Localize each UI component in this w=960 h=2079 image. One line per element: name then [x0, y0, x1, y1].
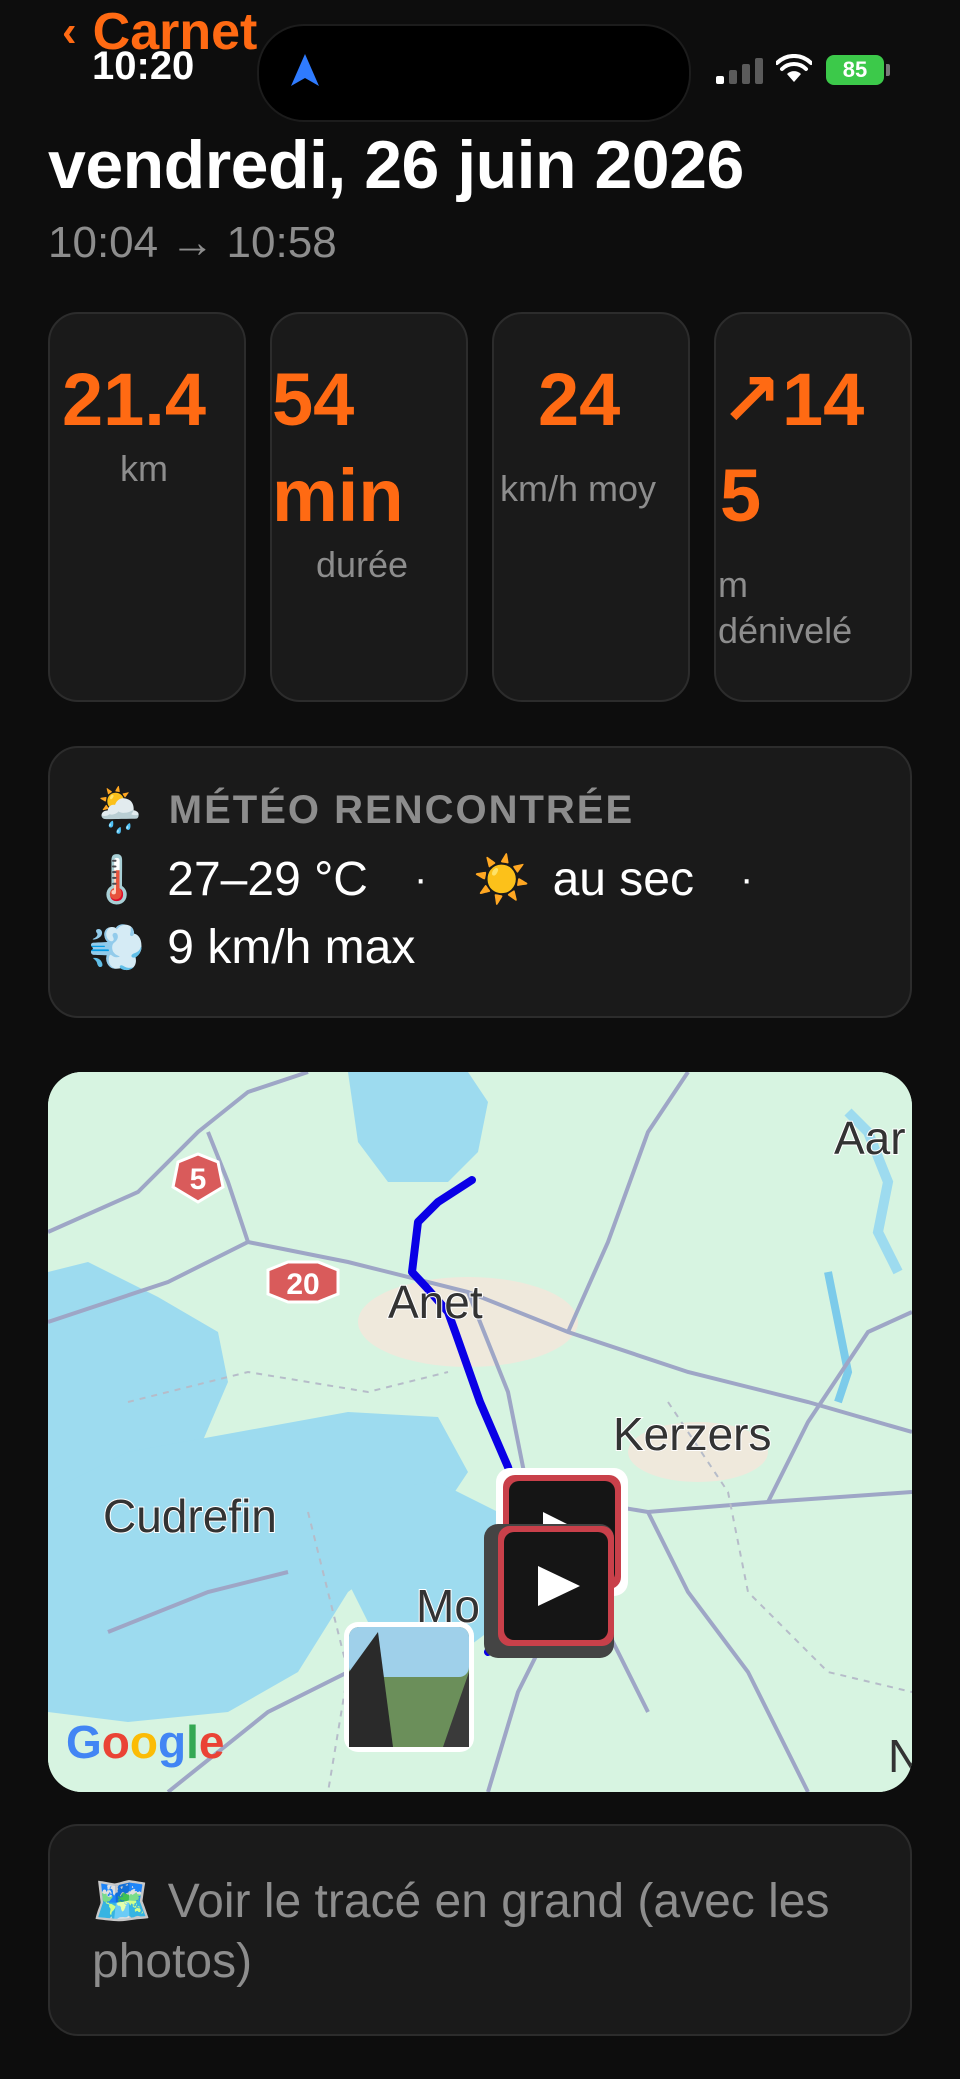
label-anet: Anet [388, 1276, 483, 1328]
stat-label: dénivelé [718, 610, 853, 651]
stat-value-unit: min [272, 454, 404, 537]
sun-icon: ☀️ [473, 853, 531, 905]
stat-label: durée [316, 544, 409, 585]
road-shield-20: 20 [266, 1260, 340, 1304]
separator: · [739, 857, 754, 901]
stat-card-duration: 54 min durée [270, 312, 468, 702]
stat-card-speed: 24 km/h moy [492, 312, 690, 702]
weather-line-1: 🌡️ 27–29 °C · ☀️ au sec · [88, 852, 799, 907]
temperature-value: 27–29 °C [167, 853, 368, 906]
view-full-route-text: Voir le tracé en grand (avec les photos) [92, 1875, 830, 1988]
stat-value: 21.4 [62, 358, 207, 441]
stat-label: km/h moy [500, 468, 657, 509]
map-canvas: 5 20 Anet Kerzers Cudrefin Mo Aar N Goog… [48, 1072, 912, 1792]
page-title: vendredi, 26 juin 2026 [48, 127, 744, 203]
view-full-route-label[interactable]: 🗺️ Voir le tracé en grand (avec les photo… [92, 1872, 872, 1992]
svg-text:5: 5 [190, 1163, 207, 1196]
condition-value: au sec [552, 853, 694, 906]
battery-level: 85 [842, 57, 868, 82]
wind-icon: 💨 [88, 921, 146, 973]
separator: · [413, 857, 428, 901]
stat-label: km [120, 448, 168, 489]
wind-value: 9 km/h max [167, 921, 416, 974]
location-arrow-icon [291, 54, 319, 86]
weather-heading-text: MÉTÉO RENCONTRÉE [168, 787, 635, 832]
status-time: 10:20 [92, 44, 195, 88]
battery-tip [886, 64, 890, 76]
weather-heading: 🌦️ MÉTÉO RENCONTRÉE [92, 784, 634, 836]
stat-label-unit: m [718, 564, 748, 605]
stat-value: ↗14 [720, 358, 865, 441]
stat-card-elevation: ↗14 5 m dénivelé [714, 312, 912, 702]
battery-indicator: 85 [826, 55, 884, 85]
label-n: N [888, 1730, 912, 1782]
google-logo: Google [66, 1716, 224, 1768]
label-aar: Aar [834, 1112, 906, 1164]
cellular-signal-icon [716, 58, 763, 84]
label-cudrefin: Cudrefin [103, 1490, 277, 1542]
stat-value: 54 [272, 358, 355, 441]
photo-thumbnail[interactable] [344, 1622, 474, 1752]
weather-line-2: 💨 9 km/h max [88, 920, 415, 975]
stat-value: 24 [538, 358, 621, 441]
video-marker-front[interactable] [484, 1524, 614, 1658]
map-icon: 🗺️ [92, 1875, 152, 1928]
time-range: 10:04 → 10:58 [48, 218, 337, 267]
thermometer-icon: 🌡️ [88, 853, 146, 905]
label-kerzers: Kerzers [613, 1408, 771, 1460]
chevron-left-icon: ‹ [62, 7, 77, 56]
stat-card-distance: 21.4 km [48, 312, 246, 702]
wifi-icon [776, 54, 812, 82]
sun-behind-rain-cloud-icon: 🌦️ [92, 786, 147, 835]
stat-value-cont: 5 [720, 454, 762, 537]
svg-text:20: 20 [286, 1268, 319, 1301]
route-map[interactable]: 5 20 Anet Kerzers Cudrefin Mo Aar N Goog… [48, 1072, 912, 1792]
